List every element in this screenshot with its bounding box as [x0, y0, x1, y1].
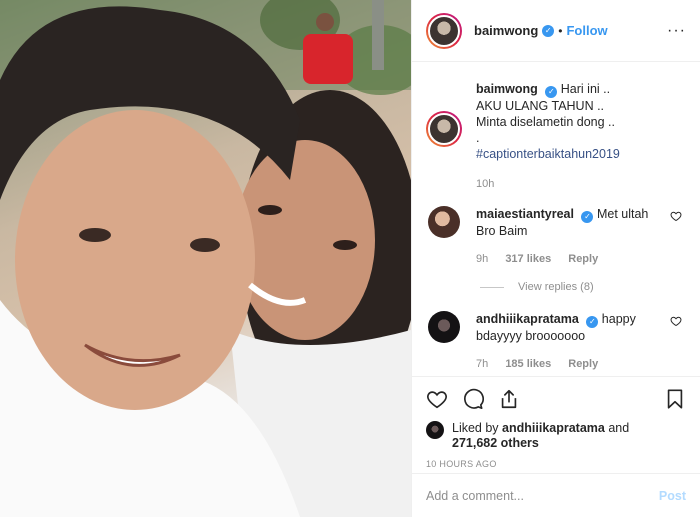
liked-by-others[interactable]: 271,682 others — [452, 436, 539, 450]
caption-line: Minta diselametin dong .. — [476, 115, 615, 129]
commenter-avatar[interactable] — [428, 206, 460, 238]
caption-line: AKU ULANG TAHUN .. — [476, 99, 605, 113]
add-comment-input[interactable] — [426, 488, 659, 503]
verified-badge-icon: ✓ — [545, 86, 558, 98]
liked-by-user[interactable]: andhiiikapratama — [502, 421, 605, 435]
view-replies-label: View replies (8) — [518, 281, 594, 293]
reply-button[interactable]: Reply — [568, 253, 598, 265]
action-icons — [426, 385, 686, 413]
view-replies-line — [480, 286, 504, 288]
comment-username[interactable]: maiaestiantyreal — [476, 207, 574, 221]
caption-line: . — [476, 131, 480, 145]
author-avatar[interactable] — [426, 12, 462, 49]
comments-list[interactable]: baimwong ✓ Hari ini .. AKU ULANG TAHUN .… — [412, 63, 700, 376]
selfie-illustration — [0, 0, 411, 517]
post-side-panel: baimwong ✓ • Follow ··· baimwong ✓ Hari … — [411, 0, 700, 517]
author-username[interactable]: baimwong — [474, 23, 538, 38]
follow-button[interactable]: Follow — [566, 23, 607, 38]
verified-badge-icon: ✓ — [542, 24, 555, 37]
post-comment-button[interactable]: Post — [659, 489, 686, 503]
comment-composer: Post — [412, 473, 700, 517]
liked-by-avatar[interactable] — [426, 421, 444, 439]
post-photo[interactable] — [0, 0, 411, 517]
comment-icon[interactable] — [462, 388, 484, 410]
liked-by-and: and — [608, 421, 630, 435]
share-icon[interactable] — [498, 388, 520, 410]
separator-dot: • — [558, 23, 563, 38]
caption-username[interactable]: baimwong — [476, 82, 538, 96]
comment-time[interactable]: 9h — [476, 253, 488, 265]
liked-by-prefix: Liked by — [452, 421, 499, 435]
more-options-icon[interactable]: ··· — [667, 22, 686, 40]
verified-badge-icon: ✓ — [586, 316, 599, 328]
like-comment-heart-icon[interactable] — [670, 315, 682, 327]
caption: baimwong ✓ Hari ini .. AKU ULANG TAHUN .… — [426, 79, 686, 192]
post-header: baimwong ✓ • Follow ··· — [412, 0, 700, 62]
liked-by: Liked by andhiiikapratama and 271,682 ot… — [426, 421, 686, 451]
comment-item: maiaestiantyreal ✓ Met ultah Bro Baim 9h… — [426, 206, 686, 267]
comment-item: andhiiikapratama ✓ happy bdayyyy brooooo… — [426, 311, 686, 372]
verified-badge-icon: ✓ — [581, 211, 594, 223]
caption-avatar[interactable] — [426, 111, 462, 147]
reply-button[interactable]: Reply — [568, 358, 598, 370]
heart-icon[interactable] — [426, 388, 448, 410]
caption-line: Hari ini .. — [560, 82, 611, 96]
post-date[interactable]: 10 HOURS AGO — [426, 459, 686, 469]
comment-username[interactable]: andhiiikapratama — [476, 312, 579, 326]
view-replies-button[interactable]: View replies (8) — [480, 281, 686, 293]
bookmark-icon[interactable] — [664, 388, 686, 410]
caption-time[interactable]: 10h — [476, 178, 494, 190]
commenter-avatar[interactable] — [428, 311, 460, 343]
comment-time[interactable]: 7h — [476, 358, 488, 370]
comment-likes[interactable]: 185 likes — [505, 358, 551, 370]
comment-likes[interactable]: 317 likes — [505, 253, 551, 265]
like-comment-heart-icon[interactable] — [670, 210, 682, 222]
post-actions: Liked by andhiiikapratama and 271,682 ot… — [412, 376, 700, 469]
caption-hashtag[interactable]: #captionterbaiktahun2019 — [476, 146, 686, 162]
